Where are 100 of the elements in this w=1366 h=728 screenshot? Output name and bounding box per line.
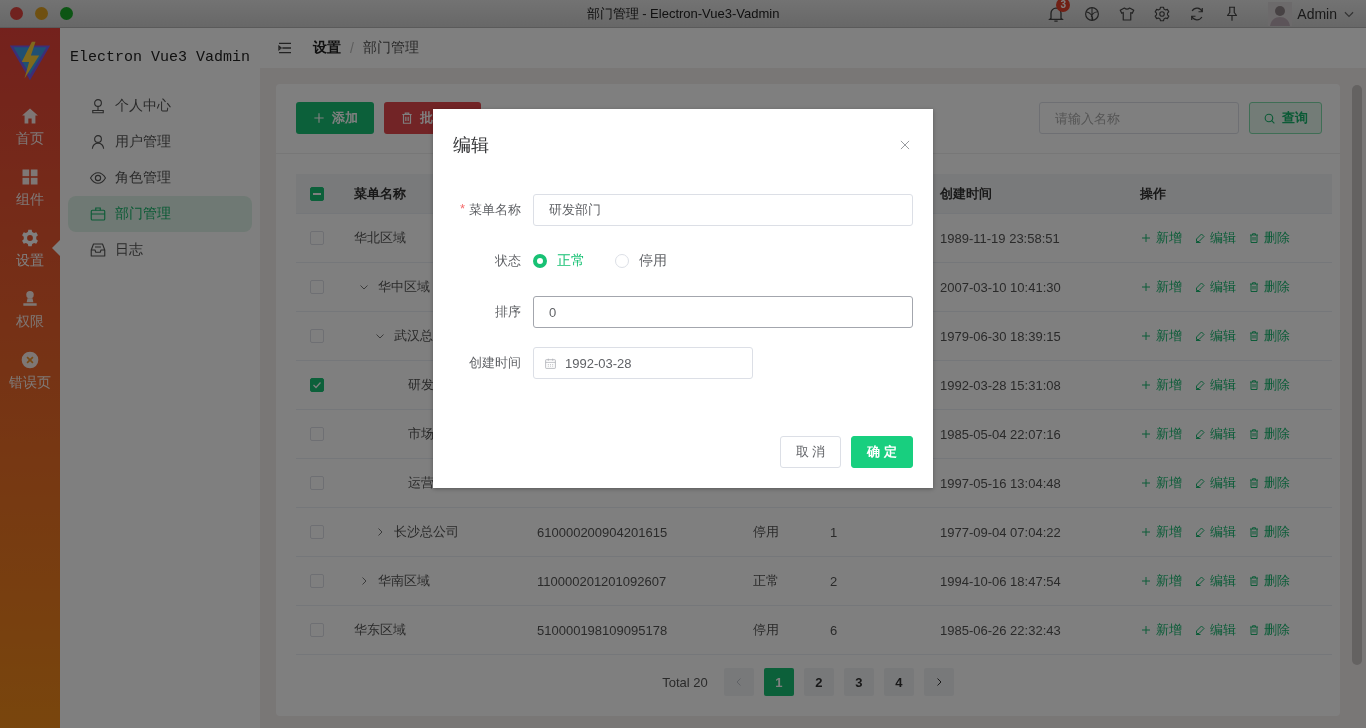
- settings-icon[interactable]: [1153, 4, 1172, 23]
- ball-icon[interactable]: [1083, 4, 1102, 23]
- add-link[interactable]: 新增: [1140, 327, 1182, 345]
- delete-link[interactable]: 删除: [1248, 327, 1290, 345]
- pencil-icon: [1194, 379, 1206, 391]
- next-page-button[interactable]: [923, 668, 954, 696]
- rail-item[interactable]: 错误页: [0, 340, 60, 401]
- trash-icon: [1248, 477, 1260, 489]
- table-cell: 长沙总公司: [394, 523, 459, 541]
- table-cell: 研发: [408, 376, 434, 394]
- inbox-icon: [89, 241, 107, 259]
- table-cell: 510000198109095178: [537, 622, 668, 638]
- breadcrumb-item[interactable]: 部门管理: [362, 39, 419, 57]
- edit-link[interactable]: 编辑: [1194, 523, 1236, 541]
- column-header: 菜单名称: [354, 184, 406, 203]
- rail-item[interactable]: 权限: [0, 279, 60, 340]
- sidebar-item[interactable]: 角色管理: [68, 160, 252, 196]
- cancel-button[interactable]: 取 消: [779, 436, 842, 468]
- select-all-checkbox[interactable]: [310, 186, 324, 201]
- edit-link[interactable]: 编辑: [1194, 376, 1236, 394]
- edit-link[interactable]: 编辑: [1194, 229, 1236, 247]
- table-cell: 1979-06-30 18:39:15: [940, 328, 1061, 344]
- table-cell: 1985-06-26 22:32:43: [940, 622, 1061, 638]
- sidebar-item[interactable]: 日志: [68, 232, 252, 268]
- search-icon: [1263, 111, 1276, 125]
- required-mark: *: [459, 201, 465, 218]
- plus-icon: [1140, 379, 1152, 391]
- delete-link[interactable]: 删除: [1248, 523, 1290, 541]
- table-cell: 1997-05-16 13:04:48: [940, 475, 1061, 491]
- add-link[interactable]: 新增: [1140, 425, 1182, 443]
- close-circle-icon: [20, 349, 40, 370]
- edit-link[interactable]: 编辑: [1194, 425, 1236, 443]
- page-button[interactable]: 4: [883, 668, 914, 696]
- delete-link[interactable]: 删除: [1248, 229, 1290, 247]
- confirm-button[interactable]: 确 定: [851, 436, 913, 468]
- page-button[interactable]: 1: [763, 668, 794, 696]
- delete-link[interactable]: 删除: [1248, 376, 1290, 394]
- add-link[interactable]: 新增: [1140, 621, 1182, 639]
- table-cell: 1989-11-19 23:58:51: [940, 230, 1060, 246]
- edit-link[interactable]: 编辑: [1194, 278, 1236, 296]
- trash-icon: [1248, 624, 1260, 636]
- edit-link[interactable]: 编辑: [1194, 327, 1236, 345]
- eye-icon: [89, 169, 107, 187]
- avatar[interactable]: [1268, 0, 1293, 27]
- delete-link[interactable]: 删除: [1248, 278, 1290, 296]
- field-label: 状态: [495, 252, 521, 270]
- radio-option[interactable]: 正常: [533, 252, 585, 270]
- add-link[interactable]: 新增: [1140, 278, 1182, 296]
- column-header: 操作: [1140, 184, 1166, 203]
- rail-item[interactable]: 设置: [0, 218, 60, 279]
- row-checkbox[interactable]: [310, 378, 324, 392]
- checkmark-icon: [311, 379, 323, 391]
- date-field[interactable]: 1992-03-28: [533, 347, 753, 379]
- delete-link[interactable]: 删除: [1248, 572, 1290, 590]
- table-cell: 华中区域: [378, 278, 430, 296]
- table-cell: 华北区域: [354, 229, 406, 247]
- table-cell: 1994-10-06 18:47:54: [940, 573, 1061, 589]
- radio-option[interactable]: 停用: [615, 252, 667, 270]
- delete-link[interactable]: 删除: [1248, 474, 1290, 492]
- menu-icon[interactable]: [277, 40, 293, 56]
- rail-item[interactable]: 首页: [0, 96, 60, 157]
- input-field[interactable]: 研发部门: [533, 194, 913, 226]
- close-icon[interactable]: [898, 138, 912, 152]
- field-label: 菜单名称: [469, 201, 521, 219]
- add-link[interactable]: 新增: [1140, 474, 1182, 492]
- page-button[interactable]: 2: [803, 668, 834, 696]
- user-name[interactable]: Admin: [1297, 5, 1337, 22]
- trash-icon: [400, 111, 414, 125]
- window-title: 部门管理 - Electron-Vue3-Vadmin: [586, 4, 780, 23]
- add-link[interactable]: 新增: [1140, 229, 1182, 247]
- rail-item[interactable]: 组件: [0, 157, 60, 218]
- calendar-icon: [544, 356, 557, 370]
- edit-link[interactable]: 编辑: [1194, 474, 1236, 492]
- table-cell: 1992-03-28 15:31:08: [940, 377, 1061, 393]
- table-cell: 1977-09-04 07:04:22: [940, 524, 1061, 540]
- plus-icon: [1140, 428, 1152, 440]
- shirt-icon[interactable]: [1118, 4, 1137, 23]
- add-link[interactable]: 新增: [1140, 523, 1182, 541]
- delete-link[interactable]: 删除: [1248, 621, 1290, 639]
- breadcrumb-item[interactable]: 设置: [313, 39, 341, 57]
- page-button[interactable]: 3: [843, 668, 874, 696]
- maximize-button[interactable]: [60, 7, 73, 20]
- table-cell: 市场: [408, 425, 434, 443]
- edit-link[interactable]: 编辑: [1194, 572, 1236, 590]
- sidebar-item[interactable]: 个人中心: [68, 88, 252, 124]
- input-field[interactable]: 0: [533, 296, 913, 328]
- pencil-icon: [1194, 330, 1206, 342]
- close-button[interactable]: [10, 7, 23, 20]
- search-button[interactable]: 查询: [1249, 102, 1322, 134]
- add-button[interactable]: 添加: [296, 102, 374, 134]
- add-link[interactable]: 新增: [1140, 572, 1182, 590]
- table-cell: 1: [830, 524, 838, 540]
- add-link[interactable]: 新增: [1140, 376, 1182, 394]
- trash-icon: [1248, 526, 1260, 538]
- edit-link[interactable]: 编辑: [1194, 621, 1236, 639]
- sidebar-item[interactable]: 部门管理: [68, 196, 252, 232]
- delete-link[interactable]: 删除: [1248, 425, 1290, 443]
- minimize-button[interactable]: [35, 7, 48, 20]
- sidebar-item[interactable]: 用户管理: [68, 124, 252, 160]
- total-count: Total 20: [662, 674, 708, 690]
